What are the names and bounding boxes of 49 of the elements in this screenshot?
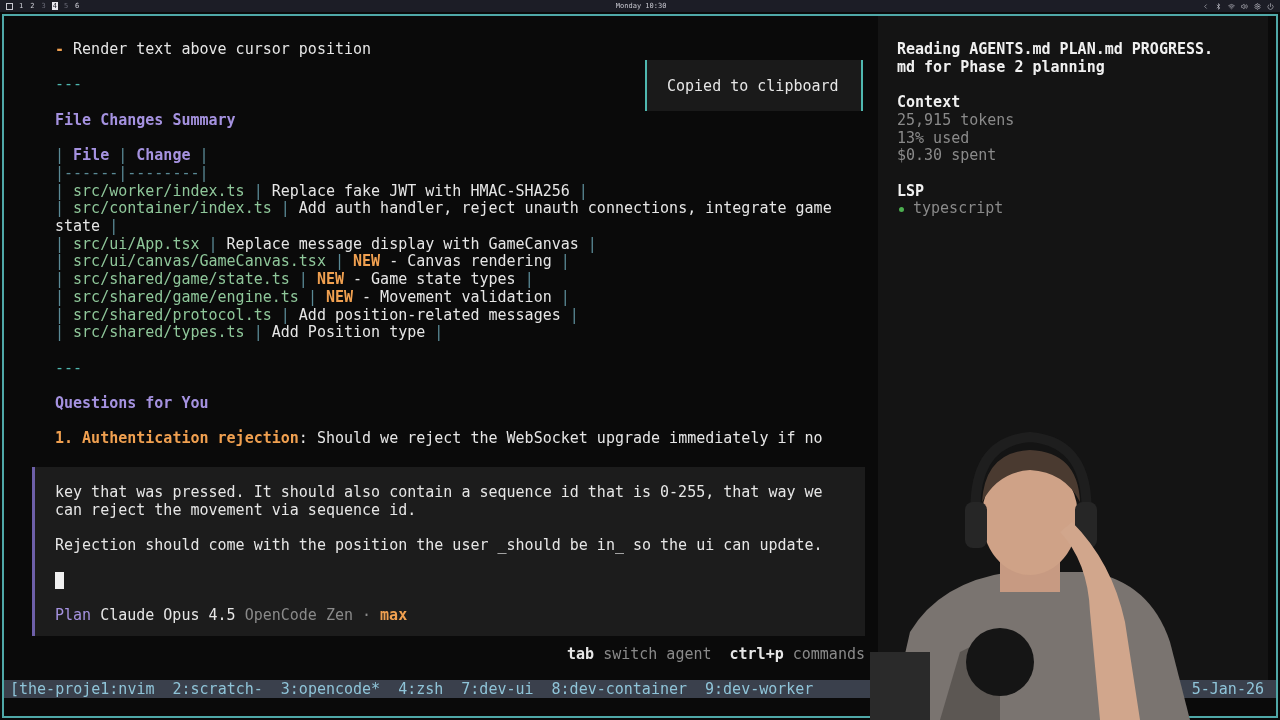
provider-name: OpenCode Zen · (244, 606, 372, 625)
prompt-text: Rejection should come with the position the user _should be in_ so the ui can update. (55, 537, 824, 555)
model-name[interactable]: Claude Opus 4.5 (100, 606, 236, 625)
divider-text: --- (55, 76, 83, 95)
tmux-window[interactable]: 7:dev-ui (461, 680, 534, 698)
tmux-window[interactable]: 2:scratch- (172, 680, 263, 698)
prompt-text: key that was pressed. It should also contain a sequence id that is 0-255, that way we can reject the movement via sequence id. (55, 484, 824, 520)
tmux-window[interactable]: 9:dev-worker (705, 680, 814, 698)
model-variant: max (380, 606, 408, 625)
tmux-window[interactable]: 3:opencode* (280, 680, 381, 698)
toast-message: Copied to clipboard (645, 60, 863, 111)
list-item: - Render text above cursor position (55, 41, 372, 59)
bluetooth-icon[interactable] (1215, 2, 1222, 10)
volume-icon[interactable] (1241, 2, 1248, 10)
tmux-window[interactable]: [the-proje1:nvim (10, 680, 155, 698)
lsp-server: typescript (913, 200, 1004, 218)
agent-mode[interactable]: Plan (55, 607, 92, 625)
table-row: | src/ui/App.tsx | Replace message display with GameCanvas | (55, 235, 597, 254)
tmux-window[interactable]: 4:zsh (398, 680, 444, 698)
table-row: | src/shared/game/engine.ts | NEW - Movement validation | (55, 288, 570, 307)
text-cursor (55, 572, 64, 590)
tmux-window[interactable]: 8:dev-container (551, 680, 688, 698)
section-heading: File Changes Summary (55, 111, 236, 130)
context-stat: 13% used (897, 129, 971, 148)
context-stat: $0.30 spent (897, 147, 998, 165)
context-heading: Context (897, 94, 962, 112)
power-icon[interactable] (1267, 2, 1274, 10)
section-heading: Questions for You (55, 395, 209, 413)
context-stat: 25,915 tokens (897, 111, 1016, 130)
shortcut-hint: ctrl+p commands (729, 645, 865, 663)
wifi-icon[interactable] (1228, 2, 1235, 10)
table-row-text: | src/container/index.ts | Add auth handler, reject unauth connections, integrate game state | (55, 200, 833, 236)
prompt-input[interactable] (32, 467, 865, 636)
table-header-row: | File | Change | (55, 147, 209, 165)
session-title: Reading AGENTS.md PLAN.md PROGRESS.md for Phase 2 planning (897, 41, 1214, 77)
table-separator: |------|--------| (55, 164, 209, 183)
shortcut-hint: tab switch agent (567, 645, 712, 663)
layout-icon[interactable] (6, 2, 13, 10)
table-row: | src/shared/protocol.ts | Add position-related messages | (55, 306, 579, 325)
table-row: | src/ui/canvas/GameCanvas.tsx | NEW - Canvas rendering | (55, 253, 570, 272)
table-row: | src/shared/types.ts | Add Position type | (55, 324, 444, 342)
settings-icon[interactable] (1254, 2, 1261, 10)
lsp-heading: LSP (897, 182, 926, 201)
question-item: 1. Authentication rejection: Should we reject the WebSocket upgrade immediately if no (55, 430, 823, 449)
chevron-left-icon[interactable] (1202, 2, 1209, 10)
divider-text: --- (55, 359, 83, 378)
table-row: | src/worker/index.ts | Replace fake JWT with HMAC-SHA256 | (55, 182, 588, 201)
table-row: | src/shared/game/state.ts | NEW - Game state types | (55, 271, 534, 289)
tmux-date: 5-Jan-26 (1191, 680, 1264, 698)
